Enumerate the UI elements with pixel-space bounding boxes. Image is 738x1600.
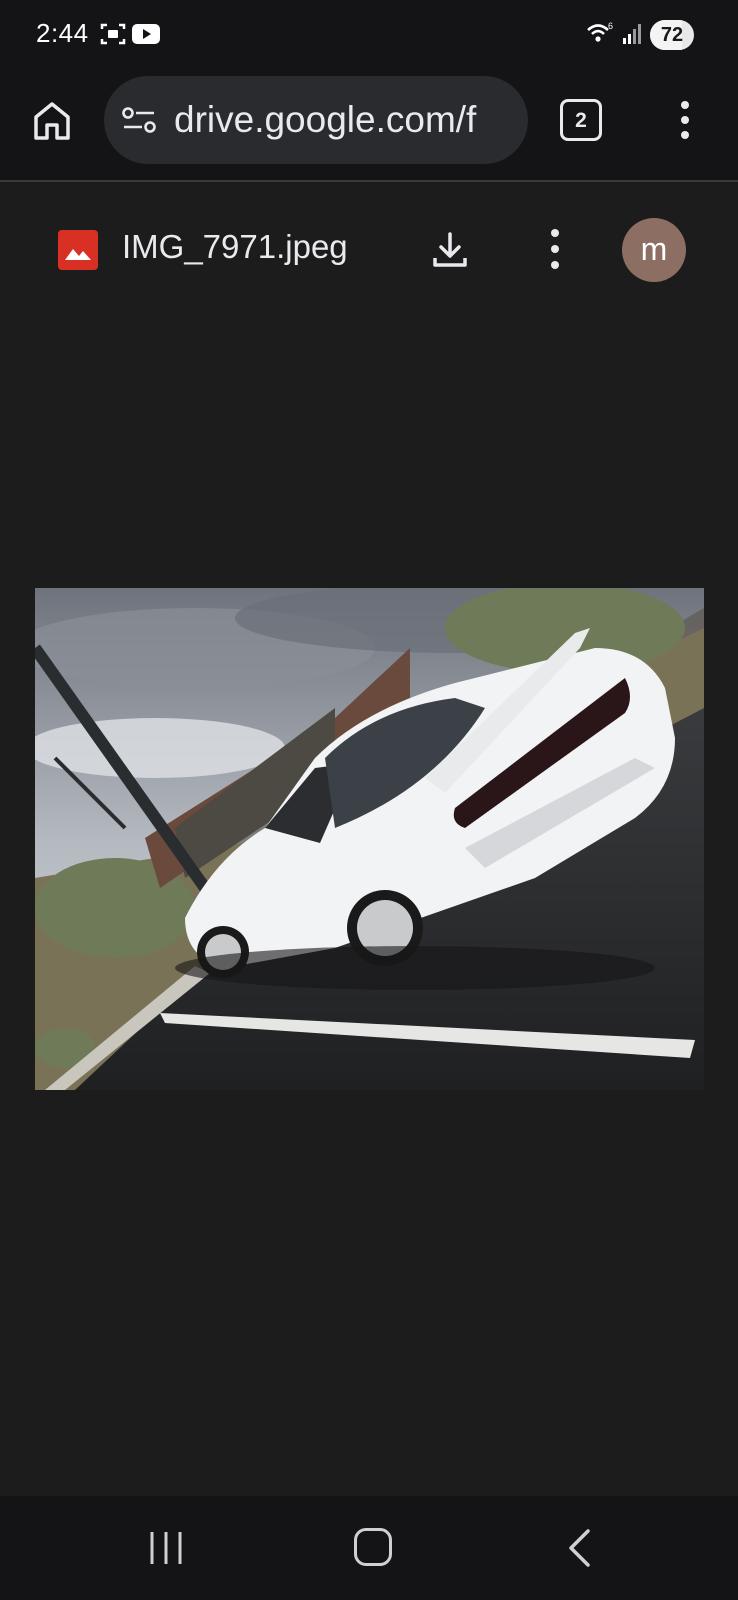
tab-switcher-button[interactable]: 2	[560, 99, 602, 141]
site-info-icon[interactable]	[122, 106, 156, 134]
system-nav-bar	[0, 1496, 738, 1600]
home-icon[interactable]	[28, 97, 76, 145]
youtube-icon	[132, 24, 160, 44]
more-vert-icon[interactable]	[538, 226, 572, 272]
battery-level: 72	[660, 24, 684, 46]
file-name: IMG_7971.jpeg	[122, 228, 348, 265]
svg-text:6: 6	[608, 21, 613, 31]
signal-icon	[623, 24, 641, 44]
avatar[interactable]: m	[622, 218, 686, 282]
status-time: 2:44	[36, 18, 89, 48]
image-file-icon	[58, 230, 98, 270]
wifi-6-icon: 6	[587, 21, 613, 42]
url-text[interactable]: drive.google.com/f	[174, 99, 514, 141]
screenshot-icon	[100, 23, 126, 45]
back-icon[interactable]	[566, 1528, 592, 1568]
status-bar: 2:44 6 72	[0, 0, 738, 70]
recents-icon[interactable]	[146, 1530, 186, 1566]
photo-preview[interactable]	[35, 588, 704, 1090]
tab-count: 2	[575, 109, 587, 132]
more-vert-icon[interactable]	[668, 98, 702, 142]
home-icon[interactable]	[354, 1528, 392, 1566]
download-icon[interactable]	[428, 228, 472, 272]
viewer-header: IMG_7971.jpeg m	[0, 182, 738, 312]
battery-icon: 72	[650, 20, 694, 50]
browser-toolbar: drive.google.com/f 2	[0, 70, 738, 180]
address-bar[interactable]: drive.google.com/f	[104, 76, 528, 164]
